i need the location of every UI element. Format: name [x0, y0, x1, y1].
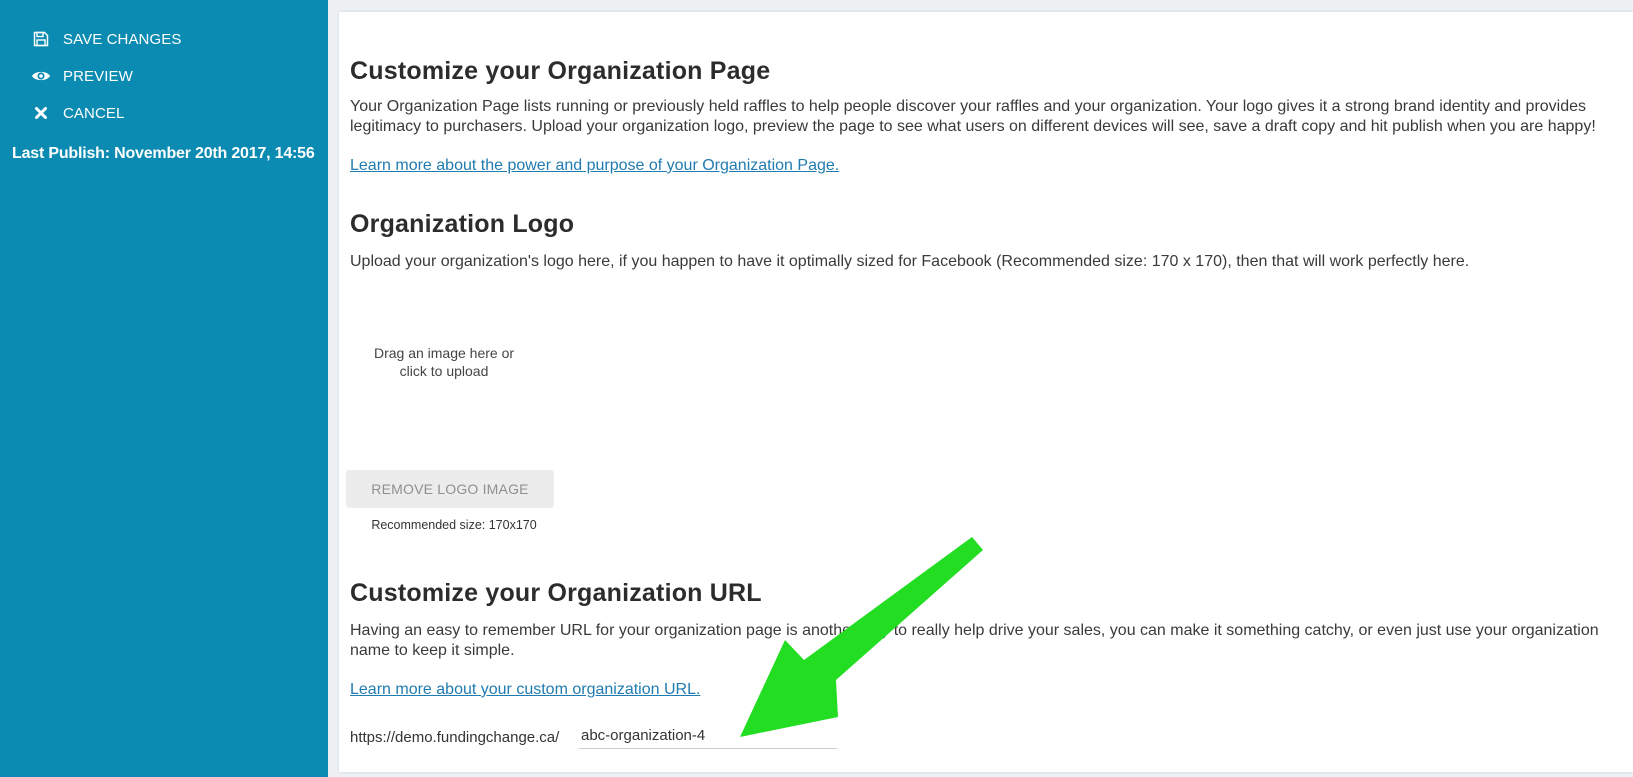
- organization-url-description: Having an easy to remember URL for your …: [350, 622, 1599, 659]
- organization-page-description: Your Organization Page lists running or …: [350, 98, 1596, 135]
- organization-url-title: Customize your Organization URL: [350, 579, 762, 607]
- preview-button[interactable]: PREVIEW: [30, 63, 133, 89]
- preview-label: PREVIEW: [63, 67, 133, 85]
- last-publish-label: Last Publish:: [12, 145, 110, 162]
- organization-logo-title: Organization Logo: [350, 210, 575, 238]
- close-icon: [30, 103, 52, 123]
- floppy-disk-icon: [30, 29, 52, 49]
- remove-logo-button[interactable]: REMOVE LOGO IMAGE: [346, 470, 554, 508]
- eye-icon: [30, 66, 52, 86]
- organization-page-title: Customize your Organization Page: [350, 57, 771, 85]
- cancel-label: CANCEL: [63, 104, 125, 122]
- url-prefix: https://demo.fundingchange.ca/: [350, 729, 560, 746]
- last-publish-value: November 20th 2017, 14:56: [114, 145, 315, 162]
- sidebar: SAVE CHANGES PREVIEW CANCEL Last Publish…: [0, 0, 328, 777]
- cancel-button[interactable]: CANCEL: [30, 100, 124, 126]
- organization-url-learn-more-link[interactable]: Learn more about your custom organizatio…: [350, 681, 700, 699]
- url-slug-input[interactable]: [579, 723, 837, 749]
- recommended-size-note: Recommended size: 170x170: [371, 518, 537, 532]
- organization-page-learn-more-link[interactable]: Learn more about the power and purpose o…: [350, 157, 839, 175]
- main-panel: Customize your Organization Page Your Or…: [339, 12, 1633, 772]
- logo-upload-dropzone[interactable]: Drag an image here or click to upload: [359, 302, 529, 422]
- last-publish-status: Last Publish: November 20th 2017, 14:56: [12, 145, 315, 163]
- save-changes-label: SAVE CHANGES: [63, 30, 182, 48]
- save-changes-button[interactable]: SAVE CHANGES: [30, 26, 181, 52]
- organization-logo-description: Upload your organization's logo here, if…: [350, 253, 1470, 270]
